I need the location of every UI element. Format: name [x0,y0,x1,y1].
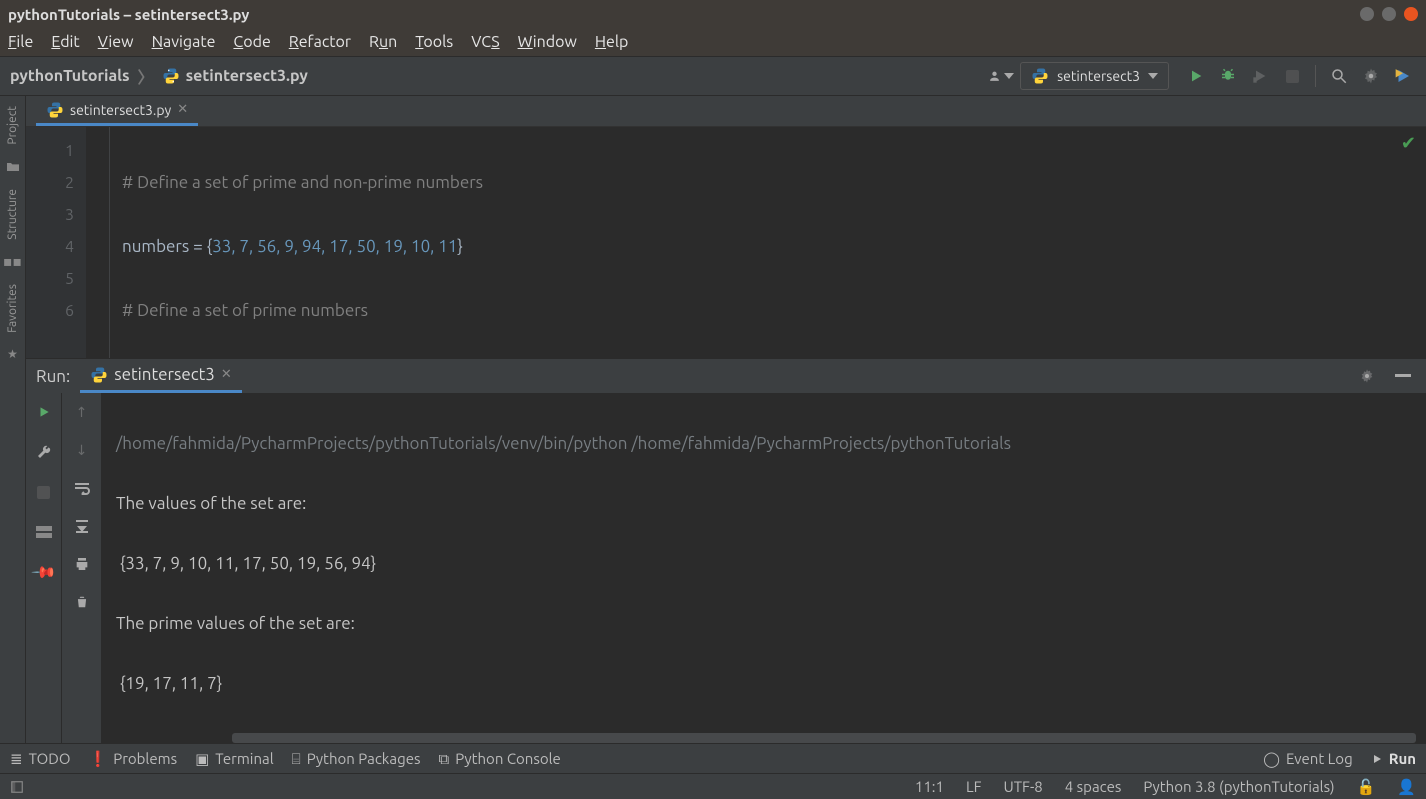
tool-python-packages[interactable]: ⌸Python Packages [292,750,421,768]
folder-icon[interactable] [5,159,21,175]
run-tab[interactable]: setintersect3 ✕ [80,359,242,393]
menu-file[interactable]: File [8,33,33,51]
stop-button[interactable] [1279,63,1305,89]
wrench-icon[interactable] [31,439,57,465]
navigation-toolbar: pythonTutorials 〉 setintersect3.py setin… [0,56,1426,96]
menu-refactor[interactable]: Refactor [289,33,351,51]
crumb-file-label: setintersect3.py [186,67,308,85]
tool-problems[interactable]: ❗Problems [89,750,178,768]
code-content[interactable]: # Define a set of prime and non-prime nu… [110,127,1426,358]
user-icon[interactable] [988,63,1014,89]
editor-tab[interactable]: setintersect3.py ✕ [36,96,198,126]
search-everywhere-icon[interactable] [1390,63,1416,89]
hide-panel-icon[interactable] [1390,363,1416,389]
run-tab-label: setintersect3 [114,365,215,384]
python-file-icon [46,101,64,119]
inspector-icon[interactable]: 👤 [1397,778,1416,796]
minimize-icon[interactable] [1360,7,1374,21]
close-run-tab-icon[interactable]: ✕ [221,367,232,382]
bottom-tool-bar: ≣TODO ❗Problems ▣Terminal ⌸Python Packag… [0,743,1426,773]
menu-vcs[interactable]: VCS [471,33,499,51]
tool-event-log[interactable]: ◯Event Log [1263,750,1353,768]
chevron-down-icon [1148,73,1158,79]
window-titlebar: pythonTutorials – setintersect3.py [0,0,1426,28]
run-panel-title: Run: [36,367,70,386]
menu-view[interactable]: View [98,33,134,51]
menu-navigate[interactable]: Navigate [152,33,216,51]
lock-icon[interactable]: 🔓 [1357,778,1376,796]
code-editor[interactable]: 123456 # Define a set of prime and non-p… [26,126,1426,358]
scroll-to-end-icon[interactable] [69,513,95,539]
status-line-sep[interactable]: LF [966,778,982,795]
tool-todo[interactable]: ≣TODO [10,750,71,768]
structure-icon: ▪▪ [3,253,22,270]
window-title: pythonTutorials – setintersect3.py [8,6,1360,23]
menu-help[interactable]: Help [595,33,629,51]
menu-tools[interactable]: Tools [415,33,453,51]
settings-icon[interactable] [1358,63,1384,89]
rerun-button[interactable] [31,399,57,425]
horizontal-scrollbar[interactable] [232,733,1416,743]
inspection-ok-icon[interactable]: ✔ [1401,133,1416,154]
search-icon[interactable] [1326,63,1352,89]
status-bar: 11:1 LF UTF-8 4 spaces Python 3.8 (pytho… [0,773,1426,799]
editor-tabs: setintersect3.py ✕ [26,96,1426,126]
breadcrumb: pythonTutorials 〉 setintersect3.py [10,64,308,88]
menu-bar: File Edit View Navigate Code Refactor Ru… [0,28,1426,56]
run-coverage-button[interactable] [1247,63,1273,89]
tool-python-console[interactable]: ⧉Python Console [439,750,561,768]
down-arrow-icon[interactable]: ↓ [69,437,95,463]
editor-tab-label: setintersect3.py [70,102,171,118]
print-icon[interactable] [69,551,95,577]
run-button[interactable] [1183,63,1209,89]
crumb-file[interactable]: setintersect3.py [162,67,308,85]
debug-button[interactable] [1215,63,1241,89]
star-icon: ★ [7,347,18,361]
run-panel: Run: setintersect3 ✕ 📌 [26,358,1426,743]
run-config-selector[interactable]: setintersect3 [1020,62,1169,90]
tool-structure[interactable]: Structure [6,185,19,244]
tool-run[interactable]: Run [1371,750,1416,767]
python-file-icon [162,67,180,85]
tool-terminal[interactable]: ▣Terminal [195,750,274,768]
close-tab-icon[interactable]: ✕ [177,102,188,117]
run-config-label: setintersect3 [1057,68,1140,84]
status-indent[interactable]: 4 spaces [1065,778,1122,795]
tool-favorites[interactable]: Favorites [6,280,19,337]
layout-icon[interactable] [31,519,57,545]
python-icon [1031,67,1049,85]
console-output[interactable]: /home/fahmida/PycharmProjects/pythonTuto… [102,393,1426,743]
status-interpreter[interactable]: Python 3.8 (pythonTutorials) [1143,778,1334,795]
stop-process-button[interactable] [31,479,57,505]
pin-icon[interactable]: 📌 [31,559,57,585]
python-icon [90,366,108,384]
run-settings-icon[interactable] [1354,363,1380,389]
tool-project[interactable]: Project [6,102,19,149]
tool-windows-icon[interactable] [10,780,24,794]
status-encoding[interactable]: UTF-8 [1003,778,1042,795]
menu-window[interactable]: Window [518,33,577,51]
line-gutter: 123456 [26,127,86,358]
maximize-icon[interactable] [1382,7,1396,21]
trash-icon[interactable] [69,589,95,615]
soft-wrap-icon[interactable] [69,475,95,501]
menu-edit[interactable]: Edit [51,33,79,51]
menu-code[interactable]: Code [233,33,270,51]
close-icon[interactable] [1404,7,1418,21]
crumb-project[interactable]: pythonTutorials [10,67,130,85]
up-arrow-icon[interactable]: ↑ [69,399,95,425]
menu-run[interactable]: Run [369,33,397,51]
chevron-right-icon: 〉 [138,64,154,88]
left-tool-strip: Project Structure ▪▪ Favorites ★ [0,96,26,743]
status-cursor-pos[interactable]: 11:1 [915,778,944,795]
